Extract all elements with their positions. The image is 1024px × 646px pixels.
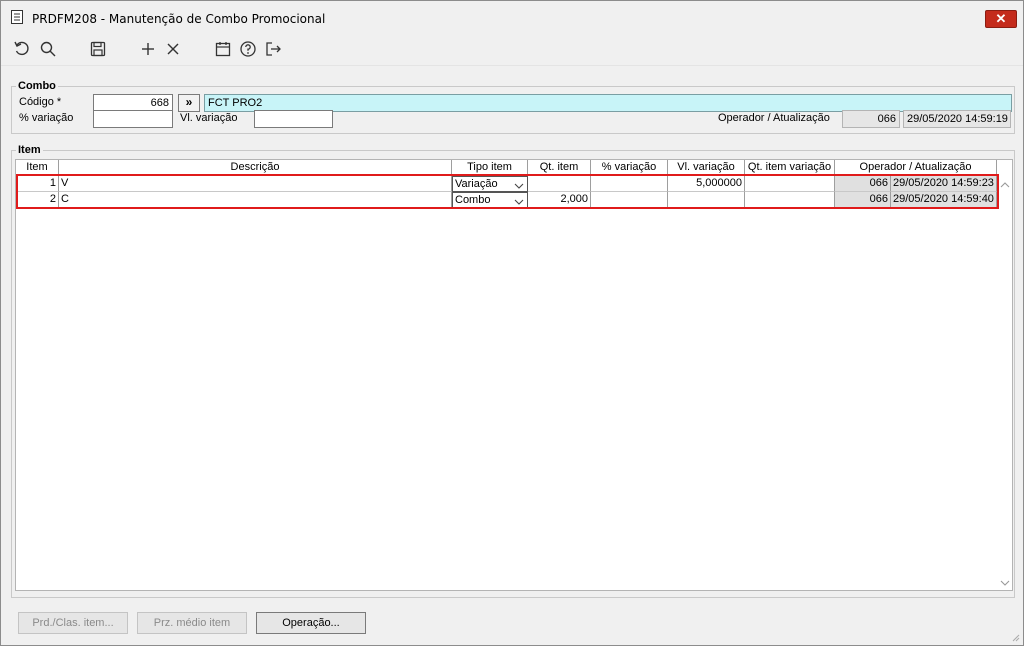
toolbar-divider <box>1 65 1023 66</box>
cell-tipo-item-dropdown[interactable]: Variação <box>452 176 528 192</box>
operador-field: 066 <box>842 110 900 128</box>
prz-medio-item-button[interactable]: Prz. médio item <box>137 612 247 634</box>
col-header-vl-variacao[interactable]: Vl. variação <box>668 160 745 175</box>
scroll-up-icon[interactable] <box>1000 180 1010 188</box>
window-title: PRDFM208 - Manutenção de Combo Promocion… <box>32 12 326 26</box>
vl-variacao-field[interactable] <box>254 110 333 128</box>
close-button[interactable]: ✕ <box>985 10 1017 28</box>
operacao-button[interactable]: Operação... <box>256 612 366 634</box>
cell-atualizacao: 29/05/2020 14:59:23 <box>891 176 997 192</box>
delete-icon[interactable] <box>164 40 182 58</box>
perc-variacao-label: % variação <box>19 112 74 124</box>
cell-perc-variacao[interactable] <box>591 192 668 208</box>
undo-icon[interactable] <box>13 40 31 58</box>
cell-qt-item[interactable]: 2,000 <box>528 192 591 208</box>
col-header-tipo-item[interactable]: Tipo item <box>452 160 528 175</box>
scroll-down-icon[interactable] <box>1000 578 1010 586</box>
combo-legend: Combo <box>16 80 58 92</box>
cell-qt-item-variacao[interactable] <box>745 192 835 208</box>
perc-variacao-field[interactable] <box>93 110 173 128</box>
col-header-perc-variacao[interactable]: % variação <box>591 160 668 175</box>
col-header-item[interactable]: Item <box>16 160 59 175</box>
vertical-scrollbar[interactable] <box>998 176 1012 590</box>
vl-variacao-label: Vl. variação <box>180 112 238 124</box>
table-row[interactable]: 2 C Combo 2,000 066 29/05/2020 14:59:40 <box>16 192 997 208</box>
document-icon <box>11 10 23 24</box>
cell-tipo-item-dropdown[interactable]: Combo <box>452 192 528 208</box>
cell-atualizacao: 29/05/2020 14:59:40 <box>891 192 997 208</box>
cell-operador: 066 <box>835 192 891 208</box>
cell-perc-variacao[interactable] <box>591 176 668 192</box>
chevron-down-icon[interactable] <box>514 180 524 189</box>
cell-tipo-item-value: Variação <box>455 178 498 190</box>
codigo-label: Código * <box>19 96 62 108</box>
table-row[interactable]: 1 V Variação 5,000000 066 29/05/2020 14:… <box>16 176 997 192</box>
cell-descricao[interactable]: V <box>59 176 452 192</box>
item-grid: Item Descrição Tipo item Qt. item % vari… <box>15 159 1013 591</box>
cell-item[interactable]: 1 <box>16 176 59 192</box>
toolbar <box>1 35 1023 65</box>
resize-grip-icon[interactable] <box>1010 632 1020 642</box>
col-header-qt-item-variacao[interactable]: Qt. item variação <box>745 160 835 175</box>
grid-header: Item Descrição Tipo item Qt. item % vari… <box>16 160 997 175</box>
add-icon[interactable] <box>139 40 157 58</box>
title-bar: PRDFM208 - Manutenção de Combo Promocion… <box>1 1 1023 31</box>
calendar-icon[interactable] <box>214 40 232 58</box>
cell-qt-item[interactable] <box>528 176 591 192</box>
prd-clas-item-button[interactable]: Prd./Clas. item... <box>18 612 128 634</box>
help-icon[interactable] <box>239 40 257 58</box>
cell-descricao[interactable]: C <box>59 192 452 208</box>
cell-tipo-item-value: Combo <box>455 194 491 206</box>
main-window: PRDFM208 - Manutenção de Combo Promocion… <box>0 0 1024 646</box>
item-legend: Item <box>16 144 43 156</box>
save-icon[interactable] <box>89 40 107 58</box>
exit-icon[interactable] <box>264 40 282 58</box>
cell-qt-item-variacao[interactable] <box>745 176 835 192</box>
atualizacao-field: 29/05/2020 14:59:19 <box>903 110 1011 128</box>
chevron-down-icon[interactable] <box>514 196 524 205</box>
cell-item[interactable]: 2 <box>16 192 59 208</box>
col-header-qt-item[interactable]: Qt. item <box>528 160 591 175</box>
col-header-descricao[interactable]: Descrição <box>59 160 452 175</box>
operador-atualizacao-label: Operador / Atualização <box>718 112 830 124</box>
cell-operador: 066 <box>835 176 891 192</box>
codigo-lookup-button[interactable]: » <box>178 94 200 112</box>
cell-vl-variacao[interactable]: 5,000000 <box>668 176 745 192</box>
cell-vl-variacao[interactable] <box>668 192 745 208</box>
col-header-operador-atualizacao[interactable]: Operador / Atualização <box>835 160 997 175</box>
search-icon[interactable] <box>39 40 57 58</box>
